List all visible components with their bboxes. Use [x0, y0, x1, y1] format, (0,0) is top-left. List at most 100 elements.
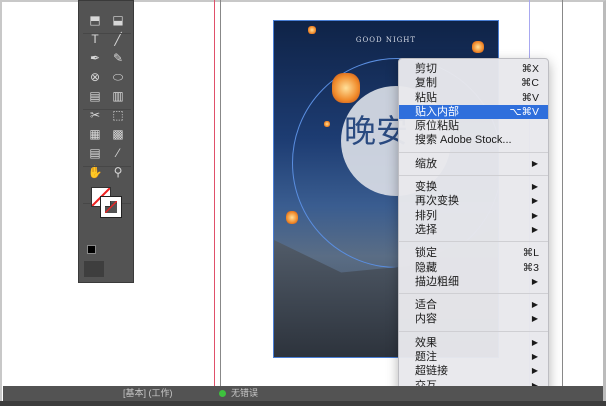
- menu-item[interactable]: 原位粘贴: [399, 119, 548, 133]
- rectangle-frame-tool-icon[interactable]: ⊗: [86, 70, 104, 84]
- submenu-arrow-icon: ▶: [531, 300, 538, 310]
- apply-black-icon[interactable]: [87, 245, 96, 254]
- menu-item-label: 超链接: [415, 365, 448, 378]
- menu-item[interactable]: 再次变换 ▶: [399, 194, 548, 208]
- submenu-arrow-icon: ▶: [531, 182, 538, 192]
- status-bar: [基本] (工作) 无错误: [3, 386, 603, 401]
- gradient-swatch-tool-icon[interactable]: ▦: [86, 127, 104, 141]
- tool-separator: [83, 33, 131, 34]
- poster-title: GOOD NIGHT: [355, 36, 417, 44]
- menu-item-label: 锁定: [415, 247, 437, 260]
- menu-item[interactable]: 变换 ▶: [399, 180, 548, 194]
- type-tool-icon[interactable]: T: [86, 32, 104, 46]
- submenu-arrow-icon: ▶: [531, 276, 538, 286]
- lantern: [332, 73, 360, 103]
- content-collector-tool-icon[interactable]: ⬒: [86, 13, 104, 27]
- tool-separator: [83, 166, 131, 167]
- pen-tool-icon[interactable]: ✒: [86, 51, 104, 65]
- menu-item[interactable]: 排列 ▶: [399, 209, 548, 223]
- tools-panel: ⬒ ⬓ T ╱ ✒ ✎ ⊗ ⬭ ▤ ▥ ✂ ⬚ ▦ ▩ ▤ ⁄ ✋ ⚲: [78, 0, 134, 283]
- menu-item-label: 适合: [415, 299, 437, 312]
- menu-item[interactable]: 隐藏 ⌘3: [399, 261, 548, 275]
- submenu-arrow-icon: ▶: [531, 224, 538, 234]
- menu-item[interactable]: 剪切 ⌘X: [399, 62, 548, 76]
- menu-item[interactable]: 内容 ▶: [399, 312, 548, 326]
- lantern: [472, 41, 484, 53]
- submenu-arrow-icon: ▶: [531, 196, 538, 206]
- context-menu: 剪切 ⌘X 复制 ⌘C 粘贴 ⌘V 贴入内部 ⌥⌘V 原位粘贴 搜索 Adobe Stock...…: [398, 58, 549, 398]
- menu-separator: [399, 151, 548, 153]
- bottom-strip: [0, 401, 606, 406]
- stroke-swatch[interactable]: [100, 196, 122, 218]
- menu-item-label: 搜索 Adobe Stock...: [415, 134, 512, 147]
- page-edge: [220, 0, 221, 388]
- page-edge-right: [562, 0, 563, 388]
- view-mode-button[interactable]: [84, 261, 104, 277]
- menu-shortcut: ⌘V: [521, 91, 539, 104]
- gridify-v-tool-icon[interactable]: ▥: [109, 89, 127, 103]
- menu-item[interactable]: 缩放 ▶: [399, 157, 548, 171]
- menu-separator: [399, 293, 548, 295]
- menu-item[interactable]: 选择 ▶: [399, 223, 548, 237]
- guide-red: [214, 0, 215, 388]
- pencil-tool-icon[interactable]: ✎: [109, 51, 127, 65]
- hand-tool-icon[interactable]: ✋: [86, 165, 104, 179]
- menu-item-label: 再次变换: [415, 195, 459, 208]
- lantern: [324, 121, 330, 127]
- menu-item[interactable]: 搜索 Adobe Stock...: [399, 133, 548, 147]
- menu-item-label: 题注: [415, 351, 437, 364]
- menu-item[interactable]: 锁定 ⌘L: [399, 246, 548, 260]
- lantern: [308, 26, 316, 34]
- eyedropper-tool-icon[interactable]: ⁄: [109, 146, 127, 160]
- line-tool-icon[interactable]: ╱: [109, 32, 127, 46]
- menu-item-label: 缩放: [415, 157, 437, 170]
- note-tool-icon[interactable]: ▤: [86, 146, 104, 160]
- menu-item-label: 排列: [415, 209, 437, 222]
- menu-item[interactable]: 适合 ▶: [399, 298, 548, 312]
- menu-item-label: 剪切: [415, 63, 437, 75]
- menu-item-label: 原位粘贴: [415, 120, 459, 133]
- menu-item[interactable]: 超链接 ▶: [399, 364, 548, 378]
- menu-item[interactable]: 贴入内部 ⌥⌘V: [399, 104, 548, 120]
- menu-item-label: 描边粗细: [415, 275, 459, 288]
- menu-shortcut: ⌘L: [522, 247, 539, 260]
- scissors-tool-icon[interactable]: ✂: [86, 108, 104, 122]
- lantern: [286, 211, 298, 224]
- menu-item[interactable]: 描边粗细 ▶: [399, 275, 548, 289]
- menu-separator: [399, 330, 548, 332]
- menu-item-label: 贴入内部: [415, 105, 459, 118]
- submenu-arrow-icon: ▶: [531, 314, 538, 324]
- menu-item-label: 隐藏: [415, 261, 437, 274]
- menu-item[interactable]: 效果 ▶: [399, 336, 548, 350]
- tool-separator: [83, 109, 131, 110]
- menu-separator: [399, 241, 548, 243]
- menu-shortcut: ⌘C: [520, 77, 539, 90]
- preflight-status[interactable]: 无错误: [231, 386, 258, 401]
- submenu-arrow-icon: ▶: [531, 337, 538, 347]
- menu-item[interactable]: 复制 ⌘C: [399, 76, 548, 90]
- submenu-arrow-icon: ▶: [531, 366, 538, 376]
- gridify-h-tool-icon[interactable]: ▤: [86, 89, 104, 103]
- submenu-arrow-icon: ▶: [531, 210, 538, 220]
- content-placer-tool-icon[interactable]: ⬓: [109, 13, 127, 27]
- menu-shortcut: ⌘3: [522, 261, 539, 274]
- free-transform-tool-icon[interactable]: ⬚: [109, 108, 127, 122]
- menu-item-label: 效果: [415, 336, 437, 349]
- menu-item-label: 粘贴: [415, 91, 437, 104]
- menu-shortcut: ⌘X: [521, 63, 539, 75]
- preflight-ok-icon: [219, 390, 226, 397]
- menu-item-label: 选择: [415, 223, 437, 236]
- menu-shortcut: ⌥⌘V: [509, 105, 539, 118]
- menu-separator: [399, 175, 548, 177]
- menu-item-label: 复制: [415, 77, 437, 90]
- submenu-arrow-icon: ▶: [531, 158, 538, 168]
- submenu-arrow-icon: ▶: [531, 352, 538, 362]
- menu-item[interactable]: 题注 ▶: [399, 350, 548, 364]
- ellipse-tool-icon[interactable]: ⬭: [109, 70, 127, 84]
- menu-item[interactable]: 粘贴 ⌘V: [399, 91, 548, 105]
- menu-item-label: 内容: [415, 313, 437, 326]
- menu-item-label: 变换: [415, 181, 437, 194]
- profile-label[interactable]: [基本] (工作): [123, 386, 173, 401]
- gradient-feather-tool-icon[interactable]: ▩: [109, 127, 127, 141]
- zoom-tool-icon[interactable]: ⚲: [109, 165, 127, 179]
